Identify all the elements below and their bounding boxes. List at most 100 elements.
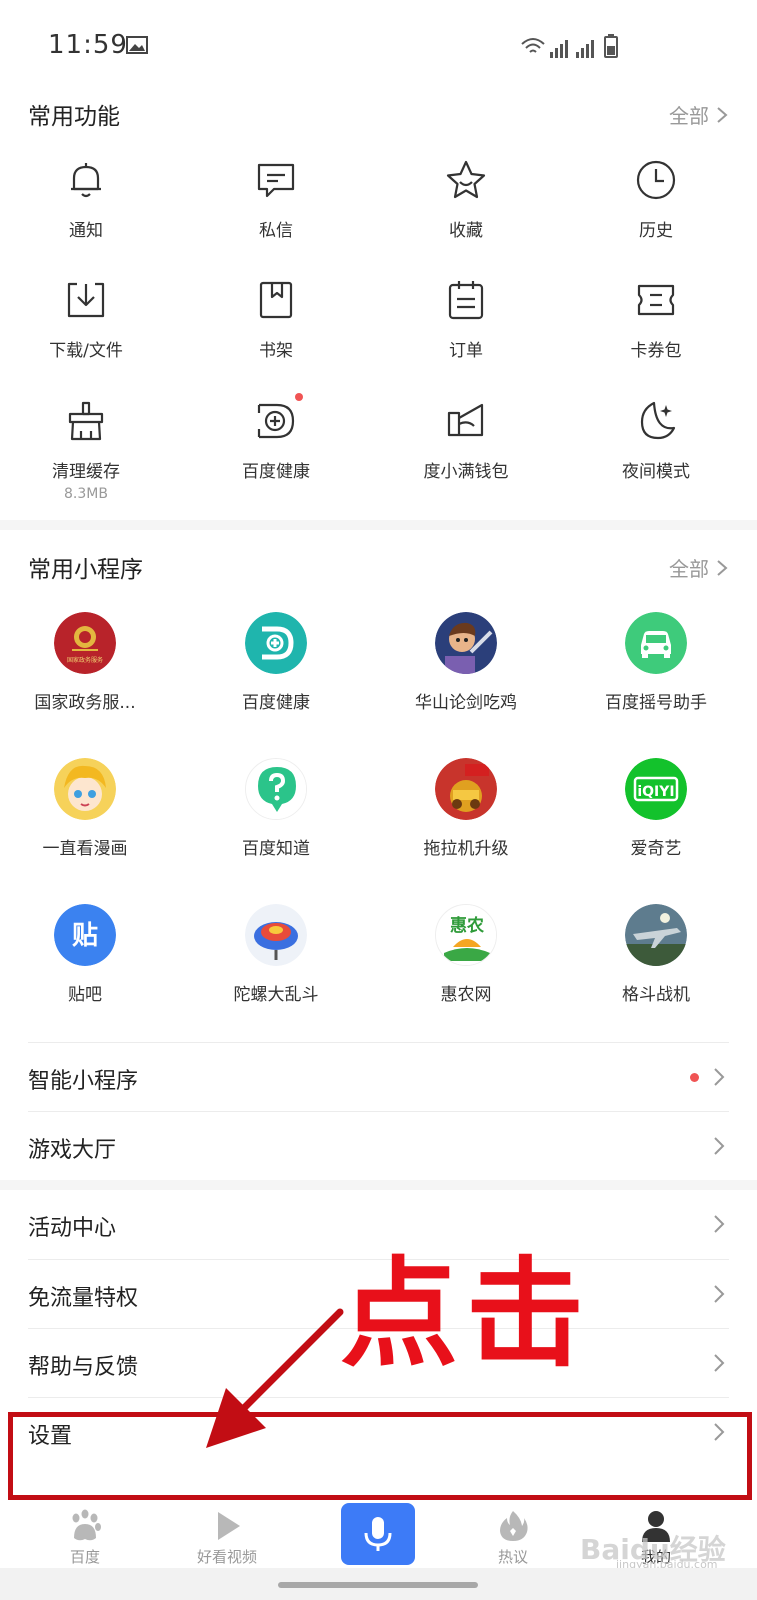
common-functions-more[interactable]: 全部 xyxy=(669,100,729,129)
func-downloads[interactable]: 下载/文件 xyxy=(11,278,161,361)
gov-seal-text: 国家政务服务 xyxy=(67,656,103,664)
iqiyi-logo-icon: iQIYI xyxy=(625,758,687,820)
huinong-logo-icon: 惠农 xyxy=(435,904,497,966)
chat-bubble-icon xyxy=(254,158,298,202)
spinning-top-icon xyxy=(245,904,307,966)
chevron-right-icon xyxy=(717,106,728,123)
func-clear-cache[interactable]: 清理缓存 8.3MB xyxy=(11,399,161,502)
func-night-mode[interactable]: 夜间模式 xyxy=(581,399,731,482)
func-coupons[interactable]: 卡券包 xyxy=(581,278,731,361)
func-label: 下载/文件 xyxy=(49,341,123,361)
tab-label: 好看视频 xyxy=(196,1548,257,1566)
func-baidu-health[interactable]: 百度健康 xyxy=(201,399,351,482)
common-functions-title: 常用功能 xyxy=(28,104,120,130)
status-bar: 11:59 xyxy=(0,0,757,88)
car-icon xyxy=(625,612,687,674)
voice-search-button[interactable] xyxy=(341,1503,415,1565)
fighter-jet-icon xyxy=(625,904,687,966)
func-history[interactable]: 历史 xyxy=(581,158,731,241)
broom-icon xyxy=(64,399,108,443)
book-icon xyxy=(254,278,298,322)
paw-icon xyxy=(72,1509,101,1541)
row-label: 帮助与反馈 xyxy=(28,1355,139,1380)
iqiyi-logo-text: iQIYI xyxy=(637,784,674,800)
row-label: 免流量特权 xyxy=(28,1286,139,1311)
func-label: 历史 xyxy=(639,221,673,241)
settings-highlight-box xyxy=(8,1412,752,1500)
new-badge-dot xyxy=(690,1073,699,1082)
func-duxiaoman-wallet[interactable]: 度小满钱包 xyxy=(391,399,541,482)
app-label: 爱奇艺 xyxy=(630,839,682,859)
tieba-logo-text: 贴 xyxy=(72,921,98,951)
chevron-right-icon xyxy=(714,1215,725,1233)
func-label: 百度健康 xyxy=(242,462,310,482)
app-tractor-upgrade[interactable]: 拖拉机升级 xyxy=(371,758,561,859)
app-baidu-lottery[interactable]: 百度摇号助手 xyxy=(561,612,751,713)
app-label: 贴吧 xyxy=(68,985,102,1005)
health-cross-icon xyxy=(254,399,298,443)
tab-hot-discussion[interactable]: 热议 xyxy=(453,1508,573,1567)
app-huashan-game[interactable]: 华山论剑吃鸡 xyxy=(371,612,561,713)
home-indicator[interactable] xyxy=(278,1582,478,1588)
func-label: 夜间模式 xyxy=(622,462,690,482)
section-divider xyxy=(0,520,757,530)
tab-baidu[interactable]: 百度 xyxy=(25,1508,145,1567)
app-huinong[interactable]: 惠农 惠农网 xyxy=(371,904,561,1005)
app-spinning-top[interactable]: 陀螺大乱斗 xyxy=(181,904,371,1005)
app-gov-services[interactable]: 国家政务服务 国家政务服... xyxy=(0,612,180,713)
app-label: 陀螺大乱斗 xyxy=(233,985,319,1005)
system-nav-area xyxy=(0,1568,757,1600)
func-message[interactable]: 私信 xyxy=(201,158,351,241)
mini-programs-title: 常用小程序 xyxy=(28,557,143,583)
bell-icon xyxy=(64,158,108,202)
signal-battery-icons xyxy=(521,34,618,58)
app-tieba[interactable]: 贴 贴吧 xyxy=(0,904,180,1005)
game-character-icon xyxy=(435,612,497,674)
card-game-icon xyxy=(435,758,497,820)
clock-icon xyxy=(634,158,678,202)
row-label: 智能小程序 xyxy=(28,1069,139,1094)
section-divider xyxy=(0,1180,757,1190)
mini-programs-more[interactable]: 全部 xyxy=(669,553,729,582)
tab-label: 百度 xyxy=(69,1548,100,1566)
gov-emblem-icon: 国家政务服务 xyxy=(54,612,116,674)
microphone-icon xyxy=(364,1517,392,1551)
app-label: 国家政务服... xyxy=(34,693,136,713)
play-icon xyxy=(218,1512,240,1540)
battery-icon xyxy=(604,34,618,58)
anime-girl-icon xyxy=(54,758,116,820)
annotation-arrow-icon xyxy=(206,1308,344,1448)
app-label: 百度摇号助手 xyxy=(605,693,707,713)
func-label: 度小满钱包 xyxy=(423,462,509,482)
health-logo-icon xyxy=(245,612,307,674)
question-icon xyxy=(245,758,307,820)
app-label: 一直看漫画 xyxy=(42,839,128,859)
chevron-right-icon xyxy=(717,559,728,576)
app-fighter-jet[interactable]: 格斗战机 xyxy=(561,904,751,1005)
app-baidu-health[interactable]: 百度健康 xyxy=(181,612,371,713)
annotation-click-text: 点击 xyxy=(340,1245,593,1383)
row-game-hall[interactable]: 游戏大厅 xyxy=(28,1111,729,1181)
row-smart-mini-programs[interactable]: 智能小程序 xyxy=(28,1042,729,1112)
chevron-right-icon xyxy=(714,1285,725,1303)
app-iqiyi[interactable]: iQIYI 爱奇艺 xyxy=(561,758,751,859)
func-orders[interactable]: 订单 xyxy=(391,278,541,361)
app-label: 格斗战机 xyxy=(622,985,690,1005)
app-manga[interactable]: 一直看漫画 xyxy=(0,758,180,859)
func-favorites[interactable]: 收藏 xyxy=(391,158,541,241)
func-label: 通知 xyxy=(69,221,103,241)
flame-icon xyxy=(500,1511,528,1541)
func-label: 清理缓存 xyxy=(52,462,120,482)
download-icon xyxy=(64,278,108,322)
func-notification[interactable]: 通知 xyxy=(11,158,161,241)
image-notification-icon xyxy=(126,36,148,54)
tab-haokan-video[interactable]: 好看视频 xyxy=(167,1508,287,1567)
chevron-right-icon xyxy=(714,1354,725,1372)
app-baidu-zhidao[interactable]: 百度知道 xyxy=(181,758,371,859)
app-label: 百度知道 xyxy=(242,839,310,859)
huinong-logo-text: 惠农 xyxy=(450,915,484,936)
func-bookshelf[interactable]: 书架 xyxy=(201,278,351,361)
row-label: 活动中心 xyxy=(28,1216,117,1241)
clipboard-icon xyxy=(444,278,488,322)
func-label: 私信 xyxy=(259,221,293,241)
